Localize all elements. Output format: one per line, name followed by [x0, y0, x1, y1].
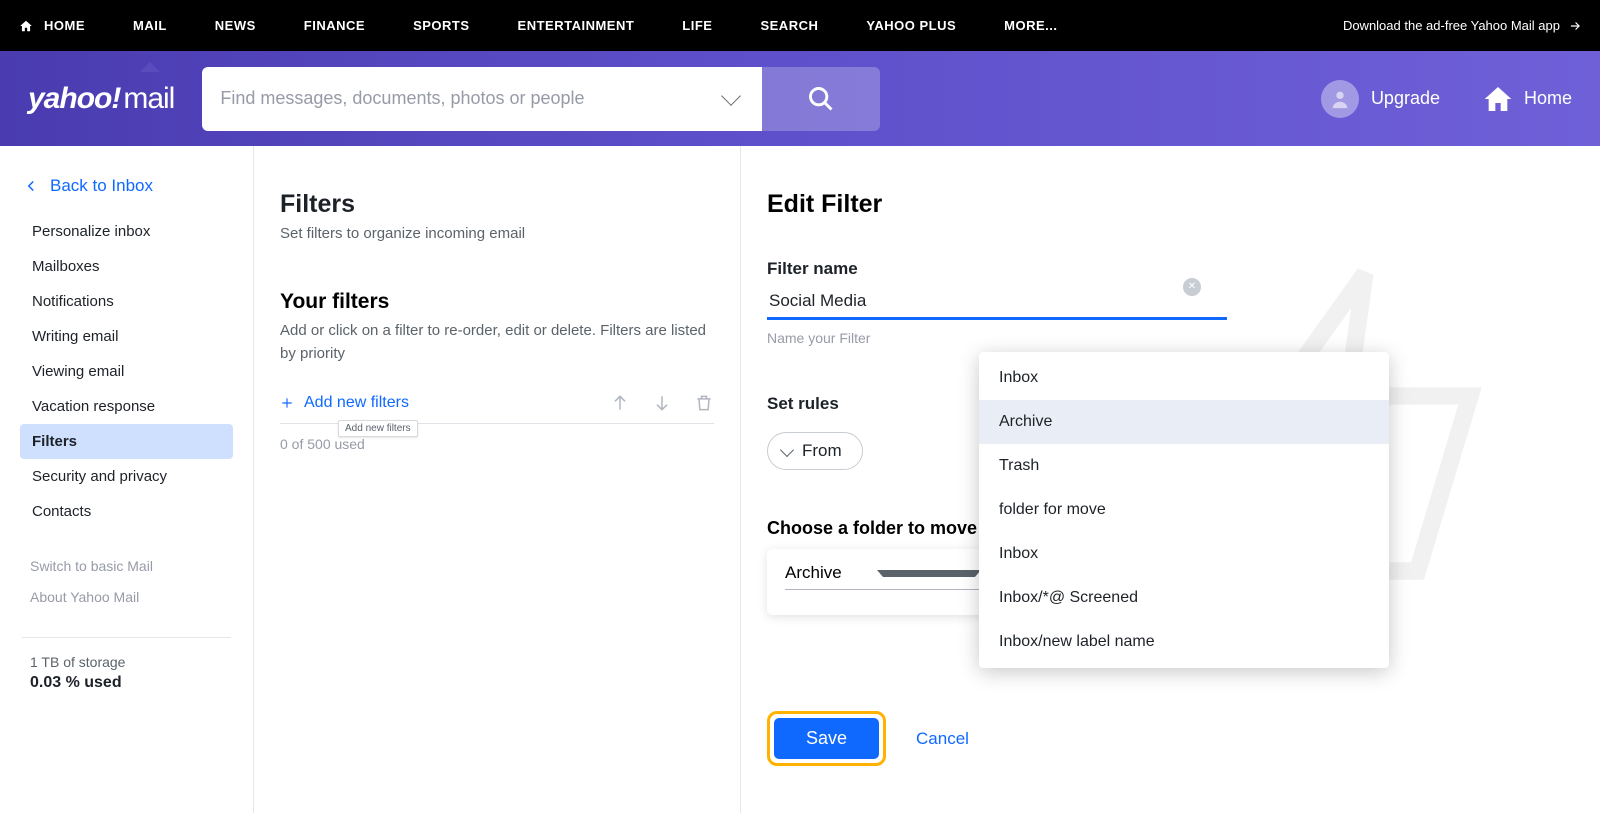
download-mail-app-link[interactable]: Download the ad-free Yahoo Mail app [1343, 18, 1582, 33]
filters-subtitle: Set filters to organize incoming email [280, 225, 714, 242]
edit-filter-panel: Edit Filter Filter name Name your Filter… [741, 146, 1600, 813]
person-icon [1329, 88, 1351, 110]
topnav-search[interactable]: SEARCH [760, 18, 818, 33]
home-label: Home [1524, 88, 1572, 109]
search-wrap [202, 67, 880, 131]
arrow-down-icon[interactable] [652, 393, 672, 413]
add-new-tooltip: Add new filters [338, 420, 418, 437]
topnav-news[interactable]: NEWS [215, 18, 256, 33]
cancel-button[interactable]: Cancel [916, 729, 969, 749]
rule-from-pill[interactable]: From [767, 432, 863, 470]
clear-name-button[interactable] [1183, 278, 1201, 296]
folder-select[interactable]: Archive [767, 549, 999, 615]
sidebar-item-writing[interactable]: Writing email [20, 319, 233, 354]
chevron-down-icon [780, 442, 794, 456]
folder-option[interactable]: Trash [979, 444, 1389, 488]
folder-option[interactable]: Inbox [979, 532, 1389, 576]
sidebar-item-filters[interactable]: Filters [20, 424, 233, 459]
about-yahoo-mail[interactable]: About Yahoo Mail [30, 582, 223, 613]
storage-meter: 1 TB of storage 0.03 % used [0, 654, 253, 692]
back-label: Back to Inbox [50, 176, 153, 196]
avatar [1321, 80, 1359, 118]
chevron-down-icon[interactable] [721, 86, 741, 106]
upgrade-label: Upgrade [1371, 88, 1440, 109]
sidebar-item-contacts[interactable]: Contacts [20, 494, 233, 529]
save-button[interactable]: Save [774, 718, 879, 759]
triangle-down-icon [877, 570, 981, 577]
filter-name-input[interactable] [767, 285, 1227, 320]
save-highlight: Save [767, 711, 886, 766]
topnav-yahoo-plus[interactable]: YAHOO PLUS [866, 18, 956, 33]
arrow-up-icon[interactable] [610, 393, 630, 413]
sidebar-item-mailboxes[interactable]: Mailboxes [20, 249, 233, 284]
filters-list-panel: Filters Set filters to organize incoming… [254, 146, 741, 813]
folder-dropdown: Inbox Archive Trash folder for move Inbo… [979, 352, 1389, 668]
logo-mail: mail [123, 82, 174, 115]
add-new-filters[interactable]: Add new filters Add new filters [280, 394, 409, 412]
sidebar-item-notifications[interactable]: Notifications [20, 284, 233, 319]
edit-filter-title: Edit Filter [767, 190, 1560, 219]
filter-name-helper: Name your Filter [767, 330, 1560, 346]
search-input[interactable] [220, 88, 714, 109]
divider [22, 637, 231, 638]
topnav-home[interactable]: HOME [44, 18, 85, 33]
folder-option[interactable]: Inbox [979, 356, 1389, 400]
header-bar: yahoo!mail Upgrade Home [0, 51, 1600, 146]
home-link[interactable]: Home [1482, 83, 1572, 115]
house-icon [1482, 83, 1514, 115]
folder-option[interactable]: folder for move [979, 488, 1389, 532]
topnav-mail[interactable]: MAIL [133, 18, 167, 33]
search-box[interactable] [202, 67, 762, 131]
arrow-right-icon [1568, 19, 1582, 33]
logo-yahoo: yahoo! [28, 82, 120, 115]
plus-icon [280, 396, 294, 410]
arrow-left-icon [22, 177, 40, 195]
your-filters-sub: Add or click on a filter to re-order, ed… [280, 320, 710, 365]
filters-used-count: 0 of 500 used [280, 436, 714, 452]
sidebar-item-viewing[interactable]: Viewing email [20, 354, 233, 389]
sidebar-item-vacation[interactable]: Vacation response [20, 389, 233, 424]
sidebar-item-security[interactable]: Security and privacy [20, 459, 233, 494]
folder-option[interactable]: Archive [979, 400, 1389, 444]
scrollbar[interactable] [1585, 146, 1600, 813]
topnav-finance[interactable]: FINANCE [304, 18, 365, 33]
rule-from-label: From [802, 441, 842, 461]
folder-option[interactable]: Inbox/*@ Screened [979, 576, 1389, 620]
filters-title: Filters [280, 190, 714, 219]
topnav-life[interactable]: LIFE [682, 18, 712, 33]
trash-icon[interactable] [694, 393, 714, 413]
topnav-sports[interactable]: SPORTS [413, 18, 469, 33]
sidebar-item-personalize[interactable]: Personalize inbox [20, 214, 233, 249]
upgrade-link[interactable]: Upgrade [1321, 80, 1440, 118]
your-filters-heading: Your filters [280, 290, 714, 314]
back-to-inbox[interactable]: Back to Inbox [0, 168, 253, 214]
search-button[interactable] [762, 67, 880, 131]
folder-select-value: Archive [785, 563, 877, 583]
topnav-more[interactable]: MORE... [1004, 18, 1057, 33]
topnav-entertainment[interactable]: ENTERTAINMENT [518, 18, 635, 33]
top-nav-bar: HOME MAIL NEWS FINANCE SPORTS ENTERTAINM… [0, 0, 1600, 51]
switch-basic-mail[interactable]: Switch to basic Mail [30, 551, 223, 582]
storage-used: 0.03 % used [30, 674, 223, 692]
folder-option[interactable]: Inbox/new label name [979, 620, 1389, 664]
search-icon [807, 85, 835, 113]
yahoo-mail-logo[interactable]: yahoo!mail [28, 82, 174, 116]
add-new-label: Add new filters [304, 394, 409, 412]
storage-total: 1 TB of storage [30, 654, 223, 670]
home-icon [18, 19, 34, 33]
settings-sidebar: Back to Inbox Personalize inbox Mailboxe… [0, 146, 254, 813]
download-label: Download the ad-free Yahoo Mail app [1343, 18, 1560, 33]
filter-name-label: Filter name [767, 259, 1560, 279]
